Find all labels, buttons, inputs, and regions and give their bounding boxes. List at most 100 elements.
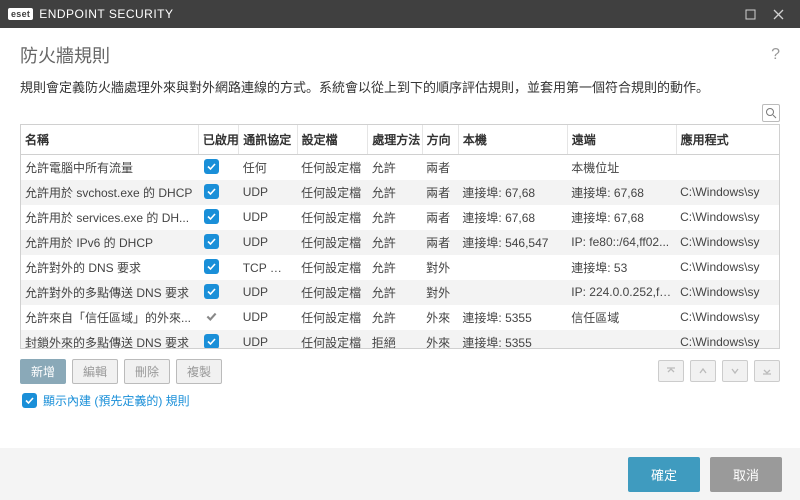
table-row[interactable]: 允許用於 svchost.exe 的 DHCPUDP任何設定檔允許兩者連接埠: … bbox=[21, 180, 779, 205]
cell-name: 允許用於 services.exe 的 DH... bbox=[21, 205, 198, 230]
cell-direction: 外來 bbox=[422, 305, 458, 330]
cell-protocol: UDP bbox=[239, 280, 297, 305]
delete-button[interactable]: 刪除 bbox=[124, 359, 170, 384]
col-remote[interactable]: 遠端 bbox=[567, 125, 676, 155]
minimize-button[interactable] bbox=[736, 0, 764, 28]
cell-app: C:\Windows\sy bbox=[676, 305, 779, 330]
check-gray-icon[interactable] bbox=[204, 309, 219, 324]
check-icon[interactable] bbox=[204, 234, 219, 249]
move-bottom-button[interactable] bbox=[754, 360, 780, 382]
cell-method: 允許 bbox=[368, 255, 422, 280]
cell-name: 允許對外的多點傳送 DNS 要求 bbox=[21, 280, 198, 305]
check-icon[interactable] bbox=[204, 284, 219, 299]
table-header-row: 名稱 已啟用 通訊協定 設定檔 處理方法 方向 本機 遠端 應用程式 bbox=[21, 125, 779, 155]
table-row[interactable]: 允許電腦中所有流量任何任何設定檔允許兩者本機位址 bbox=[21, 155, 779, 180]
cell-local bbox=[458, 155, 567, 180]
cell-method: 允許 bbox=[368, 230, 422, 255]
add-button[interactable]: 新增 bbox=[20, 359, 66, 384]
cell-direction: 兩者 bbox=[422, 180, 458, 205]
table-row[interactable]: 允許對外的 DNS 要求TCP 與 ...任何設定檔允許對外連接埠: 53C:\… bbox=[21, 255, 779, 280]
table-row[interactable]: 允許用於 IPv6 的 DHCPUDP任何設定檔允許兩者連接埠: 546,547… bbox=[21, 230, 779, 255]
cell-name: 允許對外的 DNS 要求 bbox=[21, 255, 198, 280]
cell-enabled bbox=[198, 255, 238, 280]
cell-remote bbox=[567, 330, 676, 349]
cell-app: C:\Windows\sy bbox=[676, 180, 779, 205]
cell-local: 連接埠: 67,68 bbox=[458, 205, 567, 230]
close-button[interactable] bbox=[764, 0, 792, 28]
move-up-button[interactable] bbox=[690, 360, 716, 382]
titlebar: eset ENDPOINT SECURITY bbox=[0, 0, 800, 28]
cell-protocol: UDP bbox=[239, 305, 297, 330]
cell-name: 封鎖外來的多點傳送 DNS 要求 bbox=[21, 330, 198, 349]
table-row[interactable]: 允許用於 services.exe 的 DH...UDP任何設定檔允許兩者連接埠… bbox=[21, 205, 779, 230]
cell-remote: 連接埠: 67,68 bbox=[567, 180, 676, 205]
move-down-button[interactable] bbox=[722, 360, 748, 382]
cell-method: 允許 bbox=[368, 155, 422, 180]
cell-name: 允許電腦中所有流量 bbox=[21, 155, 198, 180]
cell-app: C:\Windows\sy bbox=[676, 330, 779, 349]
search-button[interactable] bbox=[762, 104, 780, 122]
check-icon[interactable] bbox=[204, 184, 219, 199]
check-icon[interactable] bbox=[204, 209, 219, 224]
footer: 確定 取消 bbox=[0, 448, 800, 500]
cell-local: 連接埠: 546,547 bbox=[458, 230, 567, 255]
cell-protocol: UDP bbox=[239, 230, 297, 255]
col-direction[interactable]: 方向 bbox=[422, 125, 458, 155]
check-icon[interactable] bbox=[204, 334, 219, 349]
move-top-button[interactable] bbox=[658, 360, 684, 382]
cell-method: 允許 bbox=[368, 205, 422, 230]
cell-direction: 兩者 bbox=[422, 230, 458, 255]
col-name[interactable]: 名稱 bbox=[21, 125, 198, 155]
edit-button[interactable]: 編輯 bbox=[72, 359, 118, 384]
page-title: 防火牆規則 bbox=[20, 42, 771, 68]
cell-profile: 任何設定檔 bbox=[297, 330, 368, 349]
cell-local: 連接埠: 5355 bbox=[458, 305, 567, 330]
cell-direction: 外來 bbox=[422, 330, 458, 349]
cell-profile: 任何設定檔 bbox=[297, 230, 368, 255]
show-builtin-checkbox[interactable]: 顯示內建 (預先定義的) 規則 bbox=[20, 392, 780, 409]
cell-enabled bbox=[198, 305, 238, 330]
cell-app: C:\Windows\sy bbox=[676, 205, 779, 230]
cell-direction: 兩者 bbox=[422, 155, 458, 180]
col-enabled[interactable]: 已啟用 bbox=[198, 125, 238, 155]
cell-protocol: TCP 與 ... bbox=[239, 255, 297, 280]
copy-button[interactable]: 複製 bbox=[176, 359, 222, 384]
cell-local bbox=[458, 280, 567, 305]
cell-local: 連接埠: 5355 bbox=[458, 330, 567, 349]
cell-app: C:\Windows\sy bbox=[676, 255, 779, 280]
cell-protocol: UDP bbox=[239, 180, 297, 205]
cell-method: 允許 bbox=[368, 280, 422, 305]
rules-table: 名稱 已啟用 通訊協定 設定檔 處理方法 方向 本機 遠端 應用程式 允許電腦中… bbox=[20, 124, 780, 349]
cell-app: C:\Windows\sy bbox=[676, 280, 779, 305]
check-icon bbox=[22, 393, 37, 408]
help-icon[interactable]: ? bbox=[771, 46, 780, 64]
table-row[interactable]: 封鎖外來的多點傳送 DNS 要求UDP任何設定檔拒絕外來連接埠: 5355C:\… bbox=[21, 330, 779, 349]
cell-method: 拒絕 bbox=[368, 330, 422, 349]
cell-enabled bbox=[198, 205, 238, 230]
col-method[interactable]: 處理方法 bbox=[368, 125, 422, 155]
cell-local bbox=[458, 255, 567, 280]
ok-button[interactable]: 確定 bbox=[628, 457, 700, 492]
cell-remote: IP: fe80::/64,ff02... bbox=[567, 230, 676, 255]
cell-method: 允許 bbox=[368, 180, 422, 205]
cell-profile: 任何設定檔 bbox=[297, 205, 368, 230]
cell-enabled bbox=[198, 180, 238, 205]
cell-remote: 本機位址 bbox=[567, 155, 676, 180]
cell-remote: IP: 224.0.0.252,ff... bbox=[567, 280, 676, 305]
cell-remote: 連接埠: 53 bbox=[567, 255, 676, 280]
col-profile[interactable]: 設定檔 bbox=[297, 125, 368, 155]
col-app[interactable]: 應用程式 bbox=[676, 125, 779, 155]
cell-remote: 連接埠: 67,68 bbox=[567, 205, 676, 230]
cell-local: 連接埠: 67,68 bbox=[458, 180, 567, 205]
cell-profile: 任何設定檔 bbox=[297, 280, 368, 305]
cancel-button[interactable]: 取消 bbox=[710, 457, 782, 492]
table-row[interactable]: 允許對外的多點傳送 DNS 要求UDP任何設定檔允許對外IP: 224.0.0.… bbox=[21, 280, 779, 305]
check-icon[interactable] bbox=[204, 259, 219, 274]
cell-enabled bbox=[198, 330, 238, 349]
col-protocol[interactable]: 通訊協定 bbox=[239, 125, 297, 155]
table-row[interactable]: 允許來自「信任區域」的外來...UDP任何設定檔允許外來連接埠: 5355信任區… bbox=[21, 305, 779, 330]
check-icon[interactable] bbox=[204, 159, 219, 174]
cell-profile: 任何設定檔 bbox=[297, 180, 368, 205]
col-local[interactable]: 本機 bbox=[458, 125, 567, 155]
cell-profile: 任何設定檔 bbox=[297, 255, 368, 280]
